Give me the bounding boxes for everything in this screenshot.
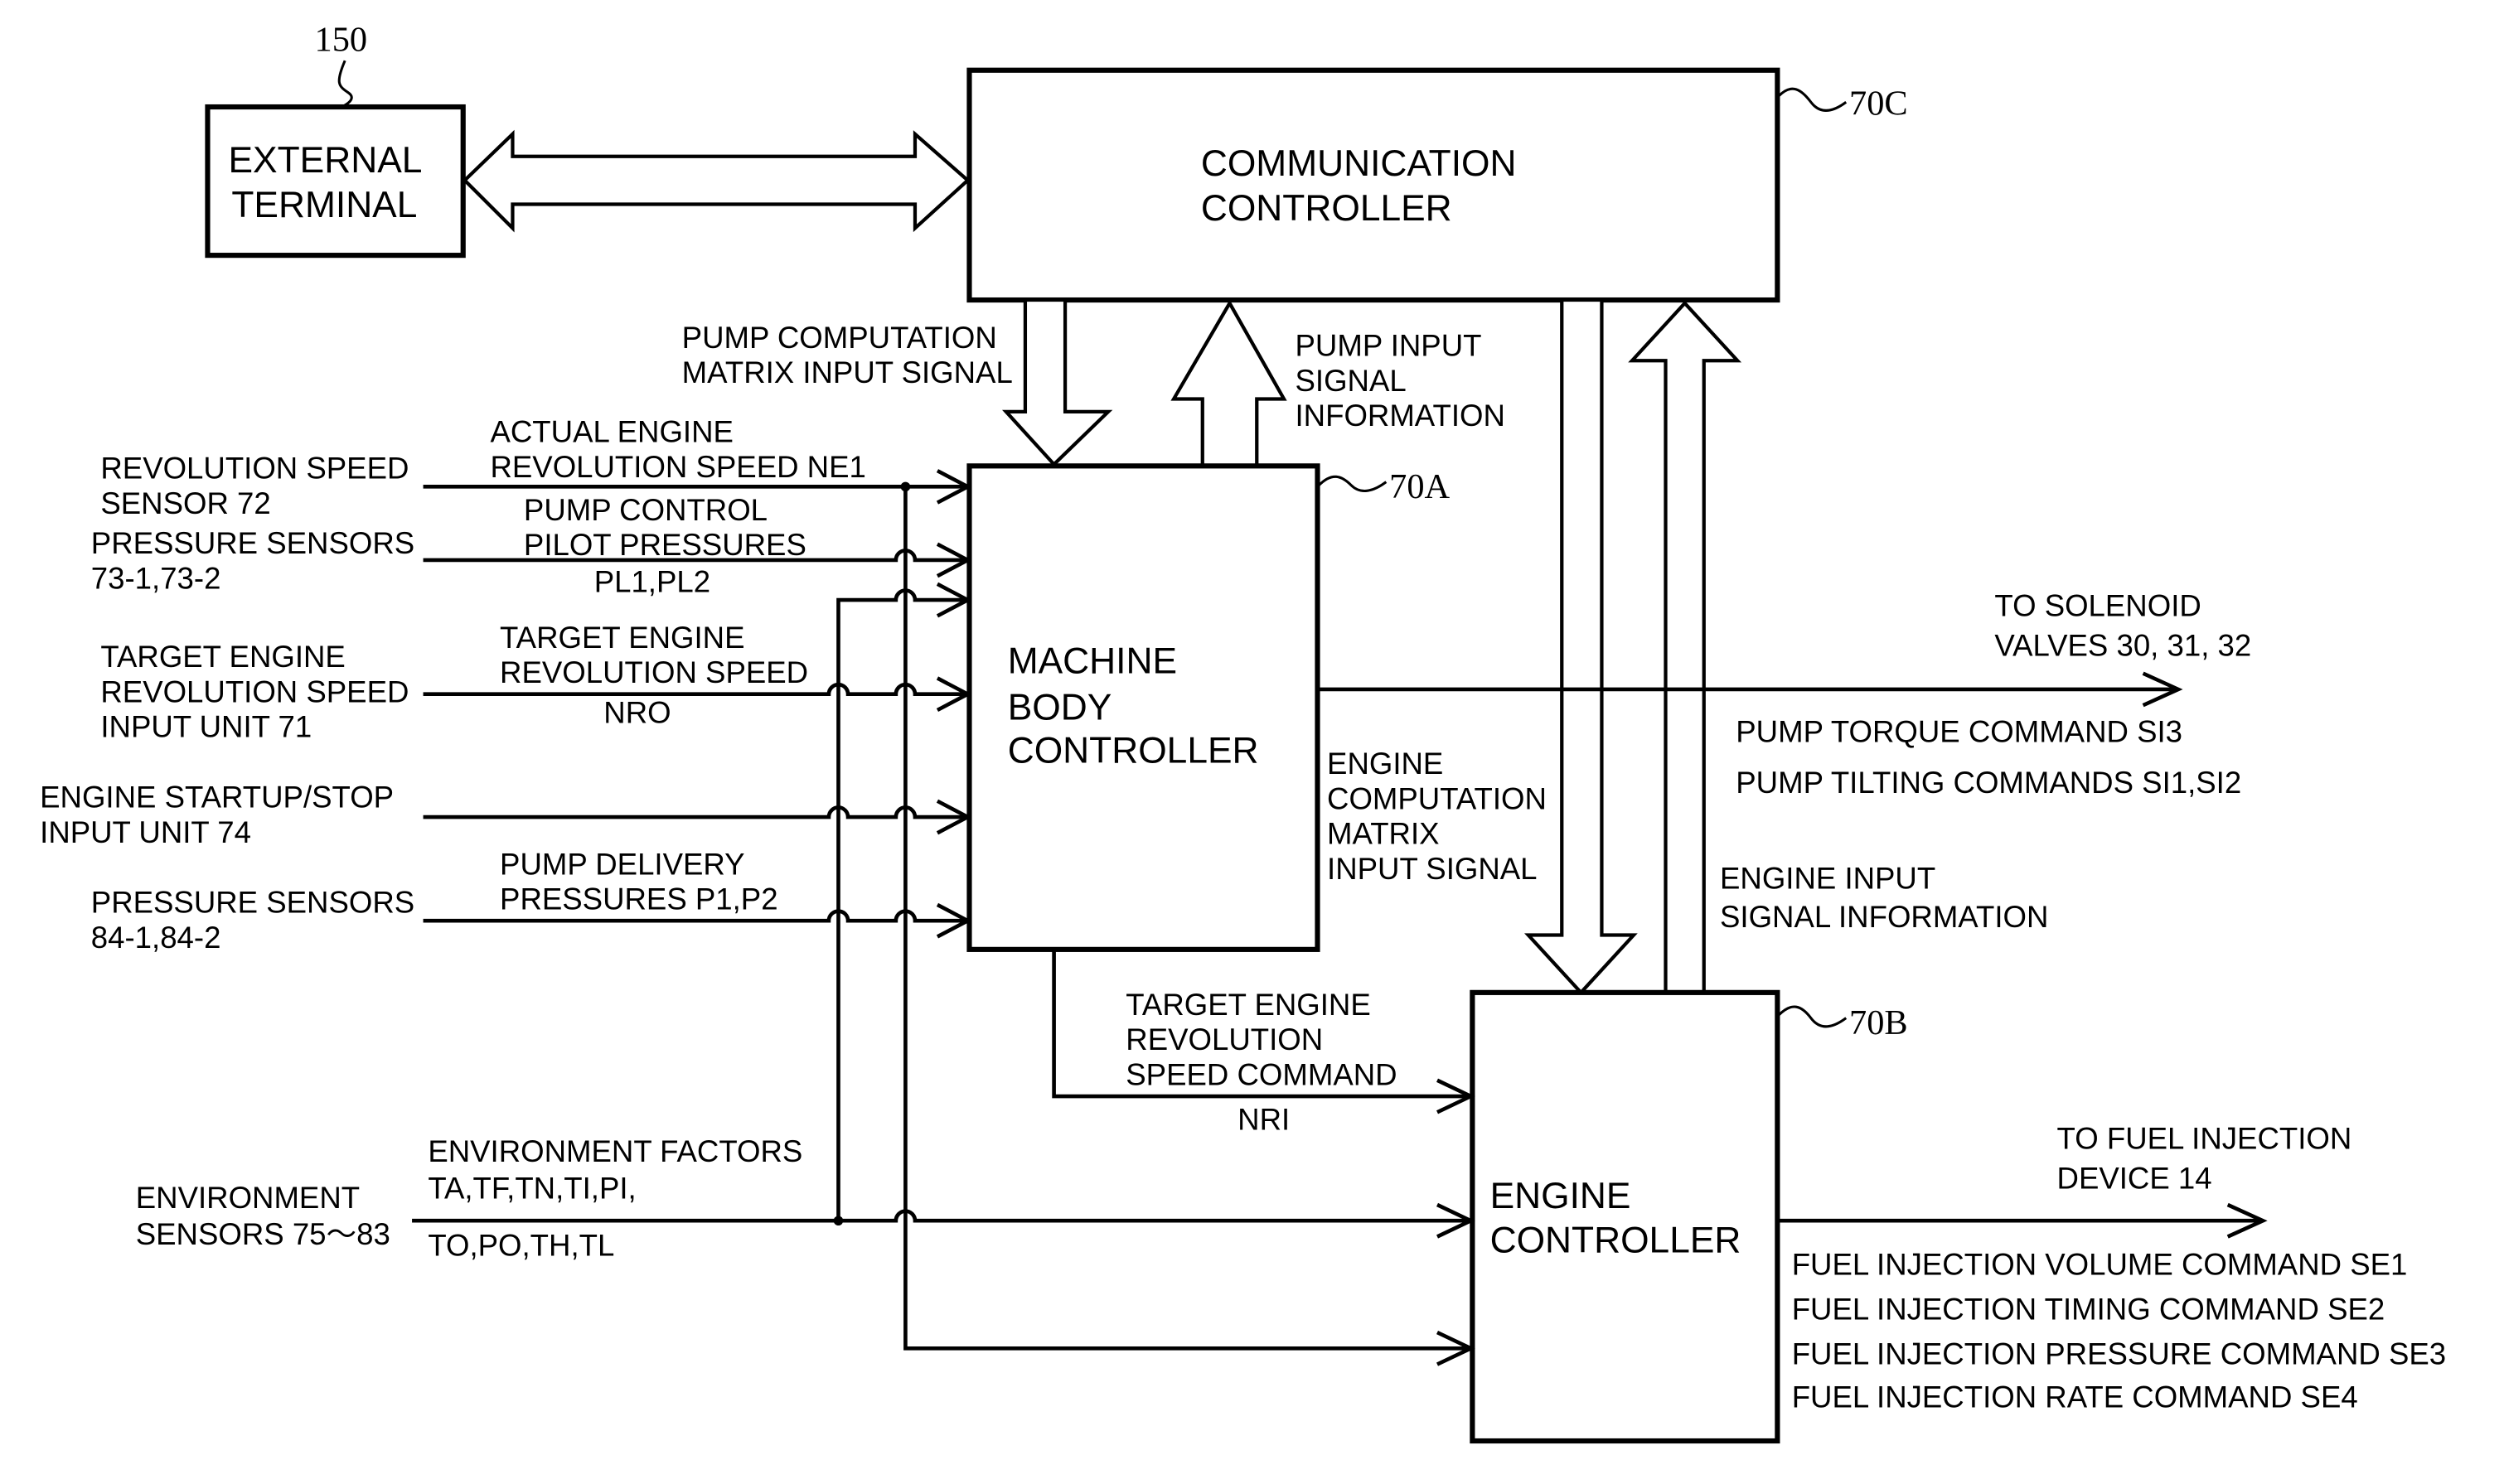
engine-controller-label-2: CONTROLLER xyxy=(1490,1221,1741,1261)
engine-computation-label-2: COMPUTATION xyxy=(1327,781,1547,815)
signal-target-speed-2: REVOLUTION SPEED xyxy=(500,655,808,689)
pump-input-label-2: SIGNAL xyxy=(1296,364,1407,398)
leader-70a xyxy=(1318,475,1388,492)
fuel-command-4: FUEL INJECTION RATE COMMAND SE4 xyxy=(1792,1380,2358,1414)
signal-pump-delivery-2: PRESSURES P1,P2 xyxy=(500,882,778,916)
source-pressure-84-1: PRESSURE SENSORS xyxy=(91,886,414,920)
target-speed-command-sub: NRI xyxy=(1237,1102,1290,1136)
fuel-command-3: FUEL INJECTION PRESSURE COMMAND SE3 xyxy=(1792,1337,2446,1371)
signal-actual-speed-2: REVOLUTION SPEED NE1 xyxy=(490,450,865,484)
pump-computation-label-1: PUMP COMPUTATION xyxy=(682,321,997,355)
engine-computation-label-3: MATRIX xyxy=(1327,817,1440,851)
solenoid-destination-1: TO SOLENOID xyxy=(1994,588,2201,622)
source-pressure-73-1: PRESSURE SENSORS xyxy=(91,526,414,560)
pump-input-label-1: PUMP INPUT xyxy=(1296,328,1482,362)
engine-input-label-1: ENGINE INPUT xyxy=(1720,862,1935,896)
external-terminal-label-1: EXTERNAL xyxy=(229,140,423,181)
machine-body-label-3: CONTROLLER xyxy=(1008,731,1259,771)
pump-input-arrow xyxy=(1170,299,1287,468)
communication-controller-label-2: CONTROLLER xyxy=(1201,188,1452,229)
solenoid-command-1: PUMP TORQUE COMMAND SI3 xyxy=(1736,715,2182,749)
solenoid-destination-2: VALVES 30, 31, 32 xyxy=(1994,629,2251,663)
source-environment-2: SENSORS 75～83 xyxy=(136,1217,390,1251)
wire-startup xyxy=(423,805,966,819)
source-revolution-sensor-1: REVOLUTION SPEED xyxy=(100,452,409,486)
target-speed-command-label-2: REVOLUTION xyxy=(1126,1022,1323,1056)
engine-computation-label-4: INPUT SIGNAL xyxy=(1327,852,1537,886)
leader-150 xyxy=(337,60,353,109)
ref-70a: 70A xyxy=(1389,467,1450,506)
source-target-input-2: REVOLUTION SPEED xyxy=(100,674,409,708)
signal-pump-delivery-1: PUMP DELIVERY xyxy=(500,847,745,881)
signal-environment-sub: TO,PO,TH,TL xyxy=(428,1229,614,1263)
ref-70c: 70C xyxy=(1849,85,1908,123)
communication-controller-label-1: COMMUNICATION xyxy=(1201,143,1517,184)
pump-input-label-3: INFORMATION xyxy=(1296,399,1505,433)
bidirectional-arrow xyxy=(462,129,971,233)
engine-computation-label-1: ENGINE xyxy=(1327,747,1443,781)
target-speed-command-label-3: SPEED COMMAND xyxy=(1126,1058,1397,1092)
fuel-command-1: FUEL INJECTION VOLUME COMMAND SE1 xyxy=(1792,1248,2408,1282)
source-environment-1: ENVIRONMENT xyxy=(136,1181,360,1215)
source-target-input-3: INPUT UNIT 71 xyxy=(100,710,312,744)
fuel-destination-1: TO FUEL INJECTION xyxy=(2057,1122,2352,1156)
pump-computation-label-2: MATRIX INPUT SIGNAL xyxy=(682,355,1013,389)
signal-target-speed-1: TARGET ENGINE xyxy=(500,621,744,655)
ref-150: 150 xyxy=(315,21,368,60)
external-terminal-label-2: TERMINAL xyxy=(231,185,417,225)
wire-env xyxy=(412,1209,1470,1223)
engine-input-label-2: SIGNAL INFORMATION xyxy=(1720,900,2048,934)
pump-computation-arrow xyxy=(1002,297,1113,467)
signal-actual-speed-1: ACTUAL ENGINE xyxy=(490,414,733,448)
external-terminal-block xyxy=(205,104,466,259)
block-diagram: 150 EXTERNAL TERMINAL COMMUNICATION CONT… xyxy=(40,21,2446,1444)
engine-computation-arrow xyxy=(1523,297,1638,995)
source-revolution-sensor-2: SENSOR 72 xyxy=(100,486,270,520)
leader-70c xyxy=(1778,87,1848,112)
leader-70b xyxy=(1778,1005,1848,1028)
target-speed-command-label-1: TARGET ENGINE xyxy=(1126,988,1370,1022)
signal-pilot-sub: PL1,PL2 xyxy=(594,564,710,598)
source-target-input-1: TARGET ENGINE xyxy=(100,640,345,674)
machine-body-label-1: MACHINE xyxy=(1008,641,1177,682)
communication-controller-block xyxy=(966,67,1780,303)
fuel-destination-2: DEVICE 14 xyxy=(2057,1162,2212,1196)
solenoid-command-2: PUMP TILTING COMMANDS SI1,SI2 xyxy=(1736,766,2241,800)
signal-environment-1: ENVIRONMENT FACTORS xyxy=(428,1134,802,1168)
machine-body-label-2: BODY xyxy=(1008,688,1112,728)
source-startup-stop-2: INPUT UNIT 74 xyxy=(40,815,251,849)
source-pressure-84-2: 84-1,84-2 xyxy=(91,921,221,955)
signal-pilot-1: PUMP CONTROL xyxy=(524,493,768,527)
fuel-command-2: FUEL INJECTION TIMING COMMAND SE2 xyxy=(1792,1293,2385,1327)
junction-env xyxy=(833,1216,844,1226)
source-pressure-73-2: 73-1,73-2 xyxy=(91,562,221,596)
source-startup-stop-1: ENGINE STARTUP/STOP xyxy=(40,780,394,814)
signal-pilot-2: PILOT PRESSURES xyxy=(524,528,806,562)
ref-70b: 70B xyxy=(1849,1003,1908,1042)
engine-controller-block xyxy=(1470,989,1780,1444)
engine-controller-label-1: ENGINE xyxy=(1490,1176,1631,1216)
signal-environment-2: TA,TF,TN,TI,PI, xyxy=(428,1171,636,1205)
signal-target-speed-sub: NRO xyxy=(603,695,671,729)
